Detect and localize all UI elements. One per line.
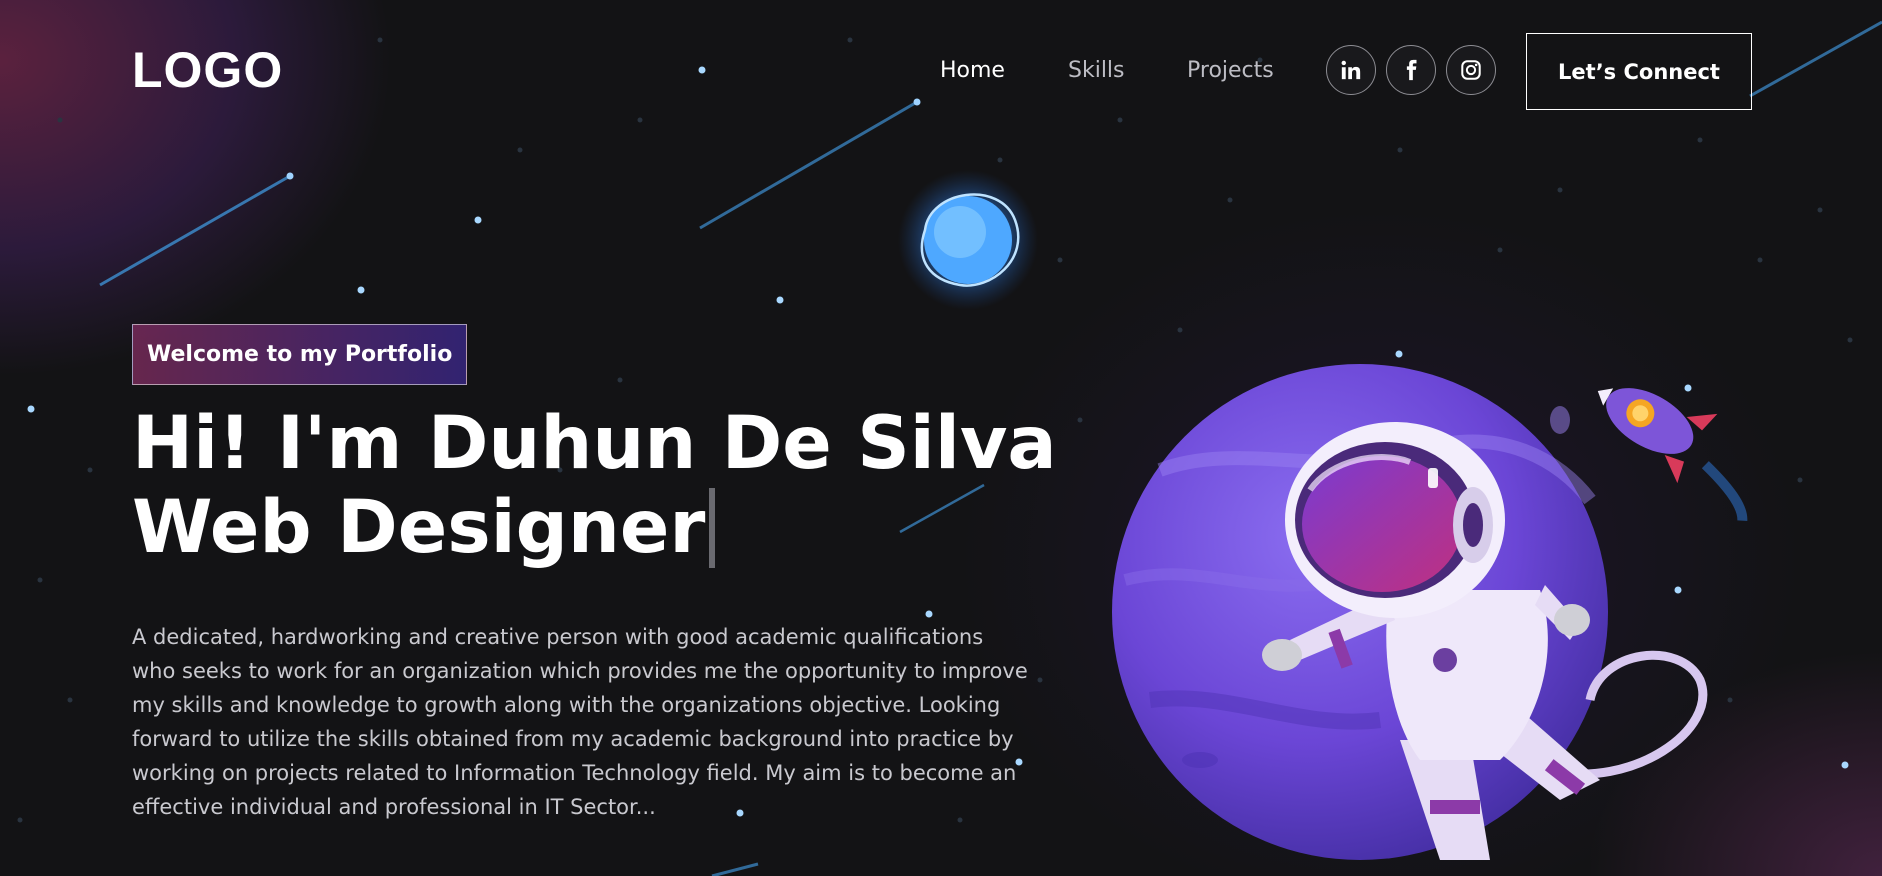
nav-link-projects[interactable]: Projects	[1187, 56, 1274, 86]
nav-link-skills[interactable]: Skills	[1068, 56, 1125, 86]
linkedin-icon	[1341, 60, 1361, 80]
logo[interactable]: LOGO	[132, 40, 283, 100]
headline-role: Web Designer	[132, 485, 706, 570]
top-navbar: LOGO Home Skills Projects Let’s Connect	[0, 0, 1882, 142]
facebook-button[interactable]	[1386, 45, 1436, 95]
nav-link-home[interactable]: Home	[940, 56, 1005, 86]
intro-paragraph: A dedicated, hardworking and creative pe…	[132, 625, 1028, 819]
linkedin-button[interactable]	[1326, 45, 1376, 95]
lets-connect-button[interactable]: Let’s Connect	[1526, 33, 1752, 110]
instagram-icon	[1461, 60, 1481, 80]
welcome-tagline: Welcome to my Portfolio	[132, 324, 468, 385]
instagram-button[interactable]	[1446, 45, 1496, 95]
typing-cursor	[709, 488, 716, 568]
headline-name: Hi! I'm Duhun De Silva	[132, 401, 1057, 486]
hero-headline: Hi! I'm Duhun De Silva Web Designer	[132, 401, 1057, 570]
facebook-icon	[1406, 59, 1417, 81]
